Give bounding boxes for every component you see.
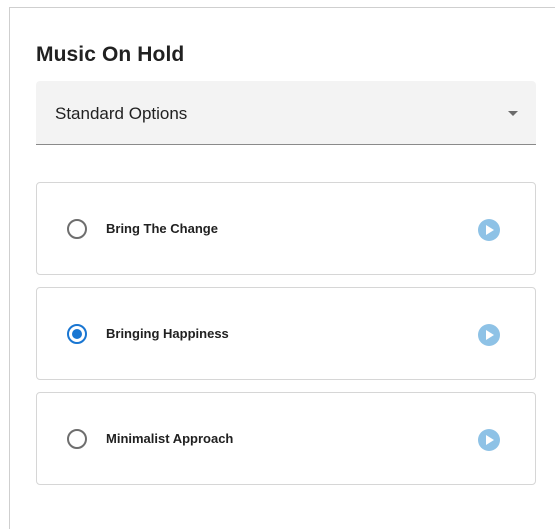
chevron-down-icon: [508, 111, 518, 116]
option-card-bring-the-change[interactable]: Bring The Change: [36, 182, 536, 275]
radio-button-selected[interactable]: [67, 324, 87, 344]
section-title: Music On Hold: [36, 43, 185, 66]
option-label: Bringing Happiness: [106, 326, 229, 341]
option-label: Minimalist Approach: [106, 431, 234, 446]
select-value: Standard Options: [55, 104, 188, 123]
radio-button[interactable]: [67, 429, 87, 449]
option-card-bringing-happiness[interactable]: Bringing Happiness: [36, 287, 536, 380]
option-label: Bring The Change: [106, 221, 218, 236]
radio-button[interactable]: [67, 219, 87, 239]
play-icon[interactable]: [478, 324, 500, 346]
music-options-select[interactable]: Standard Options: [36, 81, 536, 145]
play-icon[interactable]: [478, 429, 500, 451]
option-card-minimalist-approach[interactable]: Minimalist Approach: [36, 392, 536, 485]
play-icon[interactable]: [478, 219, 500, 241]
